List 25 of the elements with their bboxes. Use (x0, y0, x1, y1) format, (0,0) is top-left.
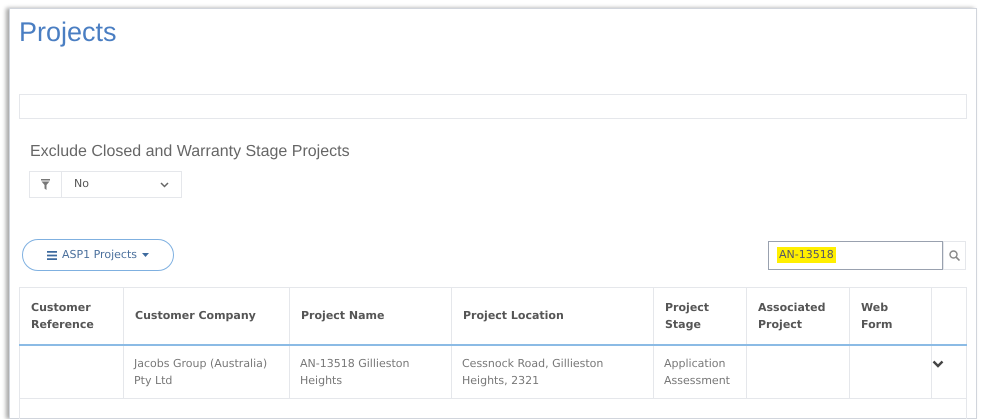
search-field[interactable]: AN-13518 (768, 240, 943, 270)
table-cell: Cessnock Road, Gillieston Heights, 2321 (452, 344, 654, 398)
chevron-down-icon (160, 182, 169, 188)
filter-icon (41, 179, 50, 190)
column-header: Customer Company (124, 288, 290, 344)
table-cell: AN-13518 Gillieston Heights (290, 344, 452, 398)
search-icon (949, 250, 960, 260)
column-header: Project Name (290, 288, 452, 344)
search-value: AN-13518 (777, 246, 836, 264)
column-header: Project Stage (654, 288, 746, 344)
caret-icon (142, 253, 149, 257)
column-header: Associated Project (746, 288, 850, 344)
column-header: Project Location (452, 288, 654, 344)
filter-select[interactable]: No (29, 171, 182, 198)
table-cell: Jacobs Group (Australia) Pty Ltd (124, 344, 290, 398)
column-header: Customer Reference (20, 288, 124, 344)
column-header: Web Form (850, 288, 932, 344)
select-value: No (74, 176, 89, 192)
search-button[interactable] (943, 240, 966, 270)
chevron-down-icon[interactable] (932, 360, 944, 368)
list-icon (46, 250, 57, 260)
table-cell: Application Assessment (654, 344, 746, 398)
projects-view-button[interactable]: ASP1 Projects (22, 239, 174, 271)
page-title: Projects (19, 16, 118, 49)
filter-label: Exclude Closed and Warranty Stage Projects (30, 142, 351, 162)
